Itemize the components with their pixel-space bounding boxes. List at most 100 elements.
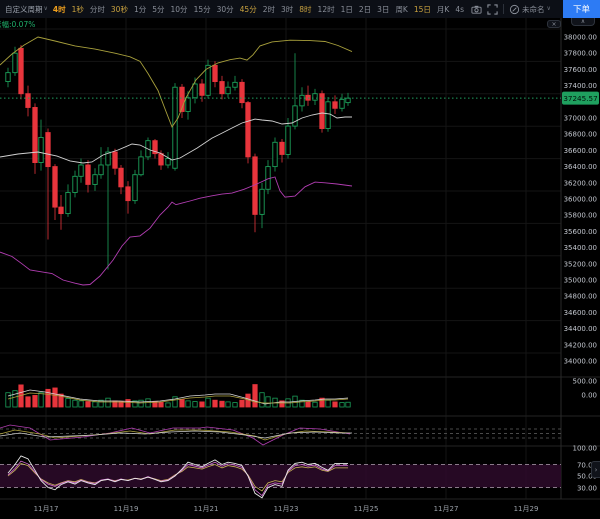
candle-body	[126, 187, 130, 201]
candle-body	[280, 142, 284, 154]
period-item[interactable]: 10分	[170, 4, 189, 15]
draw-icon	[509, 4, 520, 15]
date-axis-label: 11月27	[434, 505, 459, 513]
period-item[interactable]: 15分	[193, 4, 212, 15]
camera-icon[interactable]	[471, 4, 482, 15]
period-item[interactable]: 15日	[413, 4, 432, 15]
volume-bar	[73, 400, 77, 407]
volume-bar	[200, 402, 204, 407]
volume-bar	[6, 393, 10, 407]
period-item[interactable]: 周K	[394, 4, 408, 15]
price-axis-label: 34400.00	[564, 325, 597, 333]
volume-bar	[253, 385, 257, 407]
candle-body	[273, 142, 277, 166]
price-axis-label: 36800.00	[564, 131, 597, 139]
period-item[interactable]: 1秒	[71, 4, 85, 15]
period-item[interactable]: 3日	[376, 4, 390, 15]
volume-bar	[93, 402, 97, 407]
period-item[interactable]: 1分	[133, 4, 147, 15]
price-axis-label: 37000.00	[564, 115, 597, 123]
volume-bar	[193, 402, 197, 407]
price-axis-label: 34000.00	[564, 358, 597, 366]
volume-bar	[326, 400, 330, 407]
volume-bar	[53, 388, 57, 407]
layout-selector[interactable]: 未命名 ∨	[509, 4, 551, 15]
candle-body	[19, 48, 23, 93]
indicator-close-button[interactable]: ×	[547, 20, 561, 28]
candle-body	[206, 65, 210, 95]
candle-body	[59, 207, 63, 213]
volume-bar	[313, 402, 317, 407]
volume-bar	[333, 402, 337, 407]
candle-body	[226, 87, 230, 93]
price-change-label: 涨幅:0.07%	[0, 19, 35, 30]
period-item[interactable]: 8时	[298, 4, 312, 15]
candle-body	[139, 157, 143, 175]
price-axis-label: 36200.00	[564, 179, 597, 187]
price-axis-label: 38000.00	[564, 34, 597, 42]
candle-body	[26, 94, 30, 108]
volume-bar	[26, 397, 30, 407]
candle-body	[186, 98, 190, 112]
candle-body	[99, 165, 103, 175]
volume-bar	[66, 399, 70, 408]
price-axis-label: 36000.00	[564, 196, 597, 204]
period-list: 4时 1秒分时 30秒 1分 5分 10分 15分 30分 45分 2时 3时 8时 12时 1日 2日 3日…	[52, 4, 465, 15]
chart-plot[interactable]: 38000.0037800.0037600.0037400.0037200.00…	[0, 18, 600, 519]
period-item[interactable]: 4时	[52, 4, 67, 15]
price-axis-label: 35000.00	[564, 277, 597, 285]
period-item[interactable]: 12时	[317, 4, 336, 15]
volume-bar	[240, 400, 244, 407]
price-axis-label: 34600.00	[564, 309, 597, 317]
period-item[interactable]: 45分	[239, 4, 258, 15]
candle-body	[93, 175, 97, 185]
volume-bar	[166, 403, 170, 407]
candle-body	[213, 65, 217, 81]
period-item[interactable]: 4s	[454, 5, 465, 14]
price-axis-label: 36600.00	[564, 147, 597, 155]
volume-bar	[86, 402, 90, 407]
candle-body	[233, 82, 237, 87]
axis-collapse-tab[interactable]: ∧	[571, 18, 595, 26]
toolbar: 自定义周期 ∨ 4时 1秒分时 30秒 1分 5分 10分 15分 30分 45分 2时 3时 8时 1…	[0, 0, 600, 18]
period-item[interactable]: 月K	[436, 4, 450, 15]
candle-body	[113, 152, 117, 168]
panel-expand-arrow[interactable]: ›	[591, 461, 600, 478]
period-item[interactable]: 30秒	[110, 4, 129, 15]
candle-body	[79, 165, 83, 176]
volume-bar	[260, 393, 264, 407]
price-axis-label: 37800.00	[564, 50, 597, 58]
chevron-down-icon: ∨	[44, 5, 48, 12]
period-item[interactable]: 2日	[358, 4, 372, 15]
custom-period-dropdown[interactable]: 自定义周期 ∨	[5, 4, 48, 15]
period-item[interactable]: 2时	[262, 4, 276, 15]
toolbar-icons: 未命名 ∨	[471, 4, 551, 15]
volume-bar	[206, 398, 210, 407]
period-item[interactable]: 5分	[151, 4, 165, 15]
period-item[interactable]: 30分	[216, 4, 235, 15]
candle-body	[240, 82, 244, 102]
period-item[interactable]: 分时	[89, 4, 106, 15]
candle-body	[220, 82, 224, 94]
date-axis-label: 11月19	[114, 505, 139, 513]
custom-period-label: 自定义周期	[5, 4, 43, 15]
gridlines	[0, 18, 561, 499]
candle-body	[193, 84, 197, 98]
price-axis-label: 34200.00	[564, 341, 597, 349]
candles	[6, 45, 350, 269]
period-item[interactable]: 1日	[340, 4, 354, 15]
candle-body	[173, 87, 177, 168]
volume-bar	[266, 397, 270, 407]
volume-bar	[186, 401, 190, 407]
period-item[interactable]: 3时	[280, 4, 294, 15]
candle-body	[346, 98, 350, 102]
candle-body	[46, 133, 50, 167]
volume-bar	[180, 400, 184, 407]
chevron-down-icon: ∨	[547, 5, 551, 12]
candle-body	[66, 193, 70, 214]
fullscreen-icon[interactable]	[487, 4, 498, 15]
candle-body	[200, 84, 204, 95]
place-order-button[interactable]: 下单	[563, 0, 600, 18]
volume-bar	[39, 393, 43, 407]
candle-body	[33, 107, 37, 162]
